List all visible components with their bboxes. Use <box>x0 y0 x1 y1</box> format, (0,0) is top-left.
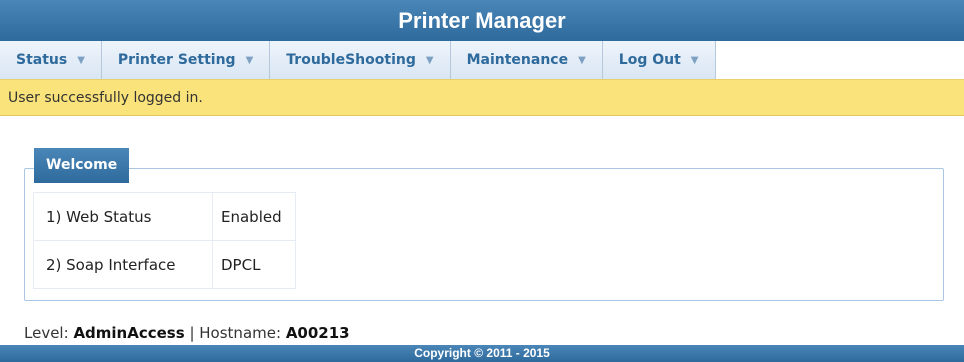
welcome-table: 1) Web Status Enabled 2) Soap Interface … <box>33 192 296 289</box>
welcome-legend: Welcome <box>34 148 130 183</box>
nav-item-troubleshooting[interactable]: TroubleShooting ▼ <box>270 41 451 79</box>
chevron-down-icon: ▼ <box>690 54 699 66</box>
nav-item-label: TroubleShooting <box>286 52 416 68</box>
table-row: 1) Web Status Enabled <box>33 192 296 241</box>
nav-item-label: Maintenance <box>466 52 569 68</box>
session-info: Level: AdminAccess | Hostname: A00213 <box>24 322 350 344</box>
main-nav: Status ▼ Printer Setting ▼ TroubleShooti… <box>0 41 964 80</box>
nav-item-maintenance[interactable]: Maintenance ▼ <box>450 41 603 79</box>
chevron-down-icon: ▼ <box>425 54 434 66</box>
nav-item-printer-setting[interactable]: Printer Setting ▼ <box>101 41 271 79</box>
hostname-label: Hostname: <box>199 324 282 342</box>
nav-item-label: Printer Setting <box>117 52 236 68</box>
nav-item-log-out[interactable]: Log Out ▼ <box>602 41 716 79</box>
nav-item-label: Status <box>16 52 68 68</box>
row-key: 1) Web Status <box>33 192 213 241</box>
app-title: Printer Manager <box>0 0 964 41</box>
chevron-down-icon: ▼ <box>245 54 254 66</box>
row-key: 2) Soap Interface <box>33 240 213 289</box>
nav-item-status[interactable]: Status ▼ <box>0 41 102 79</box>
table-row: 2) Soap Interface DPCL <box>33 240 296 289</box>
level-label: Level: <box>24 324 69 342</box>
status-message: User successfully logged in. <box>0 79 964 116</box>
nav-item-label: Log Out <box>618 52 681 68</box>
row-value: DPCL <box>212 240 296 289</box>
separator: | <box>189 324 195 342</box>
copyright-bar: Copyright © 2011 - 2015 <box>0 345 964 362</box>
chevron-down-icon: ▼ <box>77 54 85 66</box>
row-value: Enabled <box>212 192 296 241</box>
chevron-down-icon: ▼ <box>578 54 586 66</box>
level-value: AdminAccess <box>73 324 185 342</box>
hostname-value: A00213 <box>285 324 350 342</box>
